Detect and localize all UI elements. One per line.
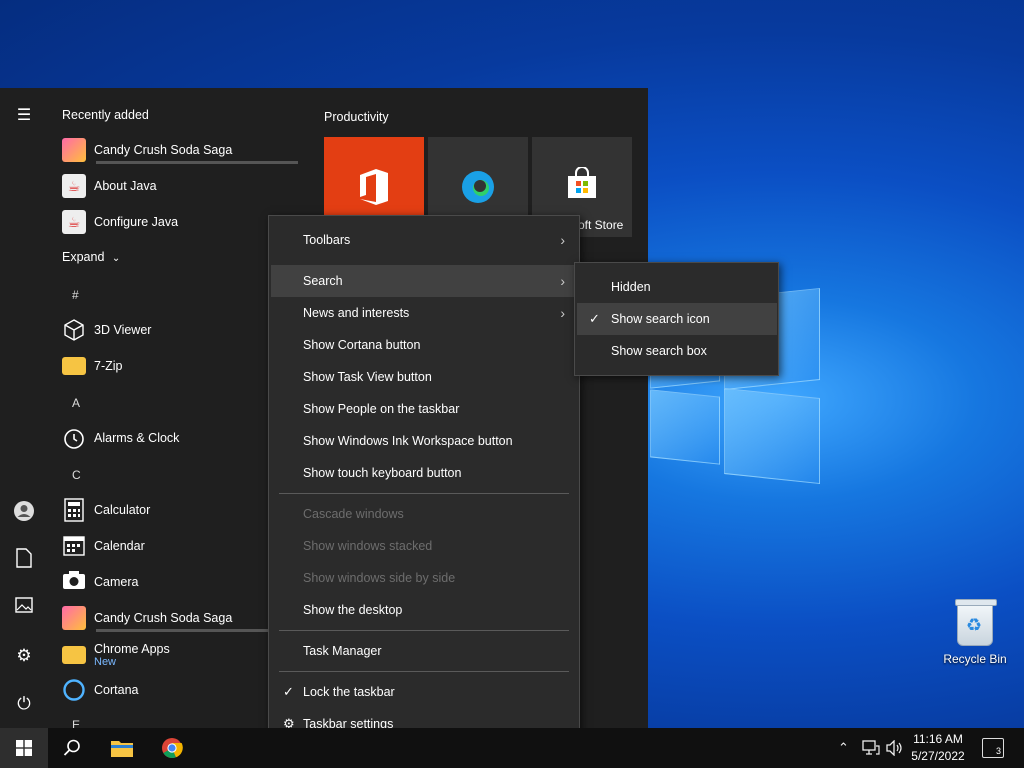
menu-separator [279,493,569,494]
chevron-right-icon: › [560,305,565,321]
chevron-down-icon: ⌄ [111,253,121,264]
clock-time: 11:16 AM [913,732,963,746]
menu-windows-stacked: Show windows stacked [303,539,433,553]
alarm-clock-icon [62,426,86,450]
install-progress-bar [96,161,298,164]
menu-show-cortana[interactable]: Show Cortana button [271,329,577,361]
menu-show-desktop[interactable]: Show the desktop [271,594,577,626]
menu-show-task-view[interactable]: Show Task View button [271,361,577,393]
menu-show-touch-keyboard[interactable]: Show touch keyboard button [271,457,577,489]
recycle-bin-icon: ♻ [955,599,997,646]
user-avatar-icon[interactable] [12,500,36,524]
cube-icon [62,318,86,342]
cortana-icon [62,678,86,702]
pictures-icon[interactable] [12,596,36,620]
app-about-java[interactable]: ☕ About Java [62,170,298,202]
search-button[interactable] [48,728,96,768]
tiles-group-header: Productivity [324,110,389,124]
candy-icon [62,138,86,162]
letter-header-c[interactable]: C [72,468,81,482]
app-cortana[interactable]: Cortana [62,674,298,706]
app-configure-java[interactable]: ☕ Configure Java [62,206,298,238]
calendar-icon [62,534,86,558]
letter-header-hash[interactable]: # [72,288,79,302]
menu-task-manager[interactable]: Task Manager [271,635,577,667]
settings-gear-icon[interactable]: ⚙ [12,644,36,668]
start-rail: ☰ ⚙ ⏻ [0,88,48,728]
submenu-hidden[interactable]: Hidden [577,271,777,303]
menu-show-ink-workspace[interactable]: Show Windows Ink Workspace button [271,425,577,457]
folder-icon [111,741,133,757]
hamburger-menu-icon[interactable]: ☰ [12,104,36,128]
letter-header-a[interactable]: A [72,396,80,410]
power-icon[interactable]: ⏻ [12,692,36,716]
chrome-button[interactable] [148,728,196,768]
app-list: Recently added Candy Crush Soda Saga ☕ A… [48,88,302,728]
taskbar-clock[interactable]: 11:16 AM 5/27/2022 [904,731,972,765]
app-chrome-apps[interactable]: Chrome Apps New [62,638,298,672]
edge-icon [462,171,494,203]
checkmark-icon: ✓ [589,311,600,326]
menu-search[interactable]: Search › [271,265,577,297]
network-icon[interactable] [862,728,880,768]
menu-cascade-windows: Cascade windows [303,507,404,521]
volume-icon[interactable] [886,728,904,768]
menu-news-and-interests[interactable]: News and interests › [271,297,577,329]
menu-lock-taskbar[interactable]: ✓ Lock the taskbar [271,676,577,708]
checkmark-icon: ✓ [283,684,294,699]
clock-date: 5/27/2022 [911,749,965,763]
chevron-right-icon: › [560,232,565,248]
candy-icon [62,606,86,630]
taskbar: ⌃ 11:16 AM 5/27/2022 3 [0,728,1024,768]
letter-header-e[interactable]: E [72,718,80,728]
app-calendar[interactable]: Calendar [62,530,298,562]
file-explorer-button[interactable] [98,728,146,768]
chevron-right-icon: › [560,273,565,289]
search-submenu: Hidden ✓ Show search icon Show search bo… [574,262,779,376]
menu-windows-side-by-side: Show windows side by side [303,571,456,585]
menu-toolbars[interactable]: Toolbars › [271,224,577,256]
camera-icon [62,570,86,594]
notification-count: 3 [995,746,1001,756]
menu-show-people[interactable]: Show People on the taskbar [271,393,577,425]
submenu-show-search-box[interactable]: Show search box [577,335,777,367]
store-bag-icon [568,167,596,198]
windows-logo-icon [16,740,32,756]
recently-added-header: Recently added [62,108,149,122]
chevron-up-icon: ⌃ [838,740,849,755]
menu-separator [279,671,569,672]
submenu-show-search-icon[interactable]: ✓ Show search icon [577,303,777,335]
java-icon: ☕ [62,174,86,198]
app-3d-viewer[interactable]: 3D Viewer [62,314,298,346]
menu-separator [279,630,569,631]
app-7zip[interactable]: 7-Zip [62,350,298,382]
calculator-icon [62,498,86,522]
recycle-bin-label: Recycle Bin [943,652,1007,666]
office-icon [360,169,388,205]
tile-store-label: oft Store [578,218,624,232]
notification-center-icon[interactable]: 3 [982,738,1004,758]
app-camera[interactable]: Camera [62,566,298,598]
start-button[interactable] [0,728,48,768]
taskbar-context-menu: Toolbars › Search › News and interests ›… [268,215,580,749]
show-hidden-icons[interactable]: ⌃ [838,728,849,768]
app-calculator[interactable]: Calculator [62,494,298,526]
recycle-bin[interactable]: ♻ Recycle Bin [940,599,1010,666]
folder-icon [62,357,86,375]
documents-icon[interactable] [12,548,36,572]
search-icon [63,739,80,756]
app-alarms-clock[interactable]: Alarms & Clock [62,422,298,454]
expand-button[interactable]: Expand ⌄ [62,250,120,264]
folder-icon [62,646,86,664]
java-icon: ☕ [62,210,86,234]
chrome-icon [162,738,183,759]
